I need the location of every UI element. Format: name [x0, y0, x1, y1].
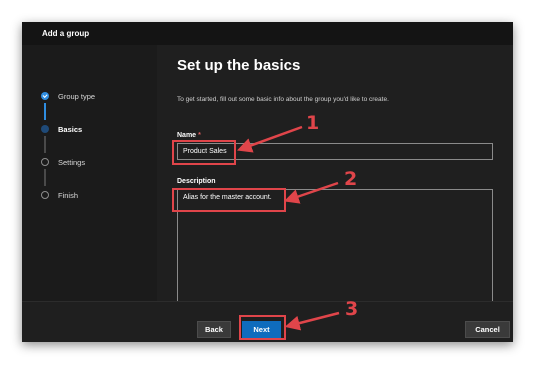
step-current-icon: [41, 125, 49, 133]
description-value: Alias for the master account.: [183, 194, 272, 201]
description-textarea[interactable]: Alias for the master account.: [177, 189, 493, 313]
description-label: Description: [177, 178, 216, 185]
step-finish[interactable]: Finish: [41, 188, 78, 202]
required-marker: *: [198, 132, 201, 139]
step-connector: [44, 103, 46, 120]
name-label: Name *: [177, 132, 201, 139]
step-connector: [44, 169, 46, 186]
add-group-dialog: Add a group Group type Basics Settings F…: [22, 22, 513, 342]
step-basics[interactable]: Basics: [41, 122, 82, 136]
wizard-steps: Group type Basics Settings Finish: [22, 45, 157, 301]
step-label: Basics: [58, 124, 83, 134]
step-label: Settings: [58, 157, 86, 167]
step-connector: [44, 136, 46, 153]
callout-number-2: 2: [344, 168, 358, 190]
page-title: Set up the basics: [177, 57, 301, 74]
step-done-check-icon: [41, 92, 49, 100]
dialog-footer: Back Next Cancel: [22, 301, 513, 342]
dialog-title: Add a group: [22, 22, 513, 45]
step-label: Group type: [58, 91, 96, 101]
step-label: Finish: [58, 190, 79, 200]
intro-text: To get started, fill out some basic info…: [177, 96, 389, 103]
callout-number-3: 3: [345, 298, 359, 320]
name-input[interactable]: Product Sales: [177, 143, 493, 160]
step-group-type[interactable]: Group type: [41, 89, 95, 103]
name-label-text: Name: [177, 132, 197, 139]
callout-number-1: 1: [306, 112, 320, 134]
cancel-button[interactable]: Cancel: [465, 321, 510, 338]
step-pending-icon: [41, 191, 49, 199]
next-button[interactable]: Next: [242, 321, 281, 338]
name-input-value: Product Sales: [183, 148, 227, 155]
step-settings[interactable]: Settings: [41, 155, 85, 169]
step-pending-icon: [41, 158, 49, 166]
back-button[interactable]: Back: [197, 321, 231, 338]
